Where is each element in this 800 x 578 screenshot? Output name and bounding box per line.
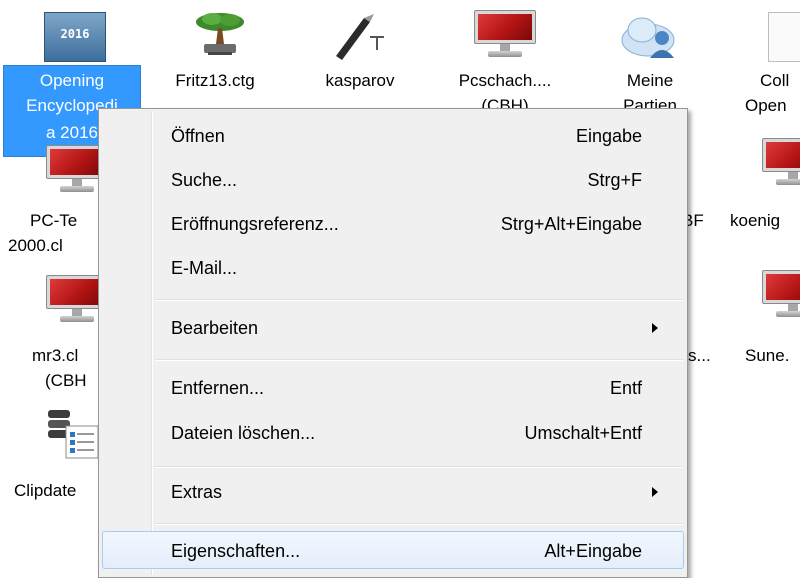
- menu-item-label: Eröffnungsreferenz...: [171, 214, 339, 234]
- document-icon[interactable]: [768, 12, 800, 62]
- context-menu: Öffnen Eingabe Suche... Strg+F Eröffnung…: [98, 108, 688, 578]
- menu-item-suche[interactable]: Suche... Strg+F: [102, 161, 684, 199]
- monitor-icon[interactable]: [762, 270, 800, 320]
- menu-separator: [155, 359, 683, 361]
- menu-item-label: Dateien löschen...: [171, 423, 316, 443]
- menu-item-entfernen[interactable]: Entfernen... Entf: [102, 369, 684, 407]
- icon-label-opening-line1[interactable]: Opening: [3, 70, 141, 92]
- menu-item-label: Eigenschaften...: [171, 541, 301, 561]
- database-list-icon[interactable]: [44, 408, 104, 460]
- icon-label-coll-line2[interactable]: Open: [745, 95, 800, 117]
- menu-item-shortcut: Umschalt+Entf: [524, 423, 642, 443]
- menu-item-shortcut: Strg+Alt+Eingabe: [500, 214, 642, 234]
- menu-item-label: E-Mail...: [171, 258, 238, 278]
- menu-item-label: Öffnen: [171, 126, 225, 146]
- menu-separator: [155, 523, 683, 525]
- icon-label-coll-line1[interactable]: Coll: [760, 70, 800, 92]
- icon-label-clipdate[interactable]: Clipdate: [14, 480, 104, 502]
- menu-item-shortcut: Strg+F: [587, 170, 642, 190]
- icon-label-mr3-line1[interactable]: mr3.cl: [32, 345, 102, 367]
- icon-label-pc-te-line2[interactable]: 2000.cl: [8, 235, 108, 257]
- icon-label-koenig[interactable]: koenig: [730, 210, 800, 232]
- icon-label-sune[interactable]: Sune.: [745, 345, 800, 367]
- menu-item-email[interactable]: E-Mail...: [102, 249, 684, 287]
- opening-encyclopedia-icon[interactable]: 2016: [44, 12, 106, 62]
- menu-separator: [155, 299, 683, 301]
- menu-item-extras[interactable]: Extras: [102, 473, 684, 511]
- menu-item-oeffnen[interactable]: Öffnen Eingabe: [102, 117, 684, 155]
- pen-tool-icon[interactable]: [328, 10, 388, 60]
- menu-item-label: Entfernen...: [171, 378, 265, 398]
- icon-label-kasparov[interactable]: kasparov: [300, 70, 420, 92]
- submenu-arrow-icon: [652, 487, 658, 497]
- menu-item-label: Suche...: [171, 170, 238, 190]
- icon-label-s-ellipsis[interactable]: s...: [688, 345, 728, 367]
- monitor-icon[interactable]: [474, 10, 536, 60]
- menu-item-shortcut: Alt+Eingabe: [544, 541, 642, 561]
- monitor-icon[interactable]: [762, 138, 800, 188]
- icon-label-meine-line1[interactable]: Meine: [585, 70, 715, 92]
- menu-item-dateien-loeschen[interactable]: Dateien löschen... Umschalt+Entf: [102, 414, 684, 452]
- icon-label-fritz13[interactable]: Fritz13.ctg: [150, 70, 280, 92]
- menu-separator: [155, 466, 683, 468]
- menu-item-eigenschaften[interactable]: Eigenschaften... Alt+Eingabe: [102, 531, 684, 569]
- menu-item-bearbeiten[interactable]: Bearbeiten: [102, 309, 684, 347]
- bonsai-tree-icon[interactable]: [190, 8, 250, 58]
- submenu-arrow-icon: [652, 323, 658, 333]
- icon-label-mr3-line2[interactable]: (CBH: [45, 370, 105, 392]
- icon-label-pcschach-line1[interactable]: Pcschach....: [435, 70, 575, 92]
- cloud-user-icon[interactable]: [618, 8, 682, 60]
- thumbnail-text: 2016: [60, 27, 90, 41]
- menu-item-eroeffnungsreferenz[interactable]: Eröffnungsreferenz... Strg+Alt+Eingabe: [102, 205, 684, 243]
- menu-item-label: Bearbeiten: [171, 318, 259, 338]
- menu-item-shortcut: Eingabe: [575, 126, 642, 146]
- menu-item-label: Extras: [171, 482, 223, 502]
- menu-item-shortcut: Entf: [609, 378, 642, 398]
